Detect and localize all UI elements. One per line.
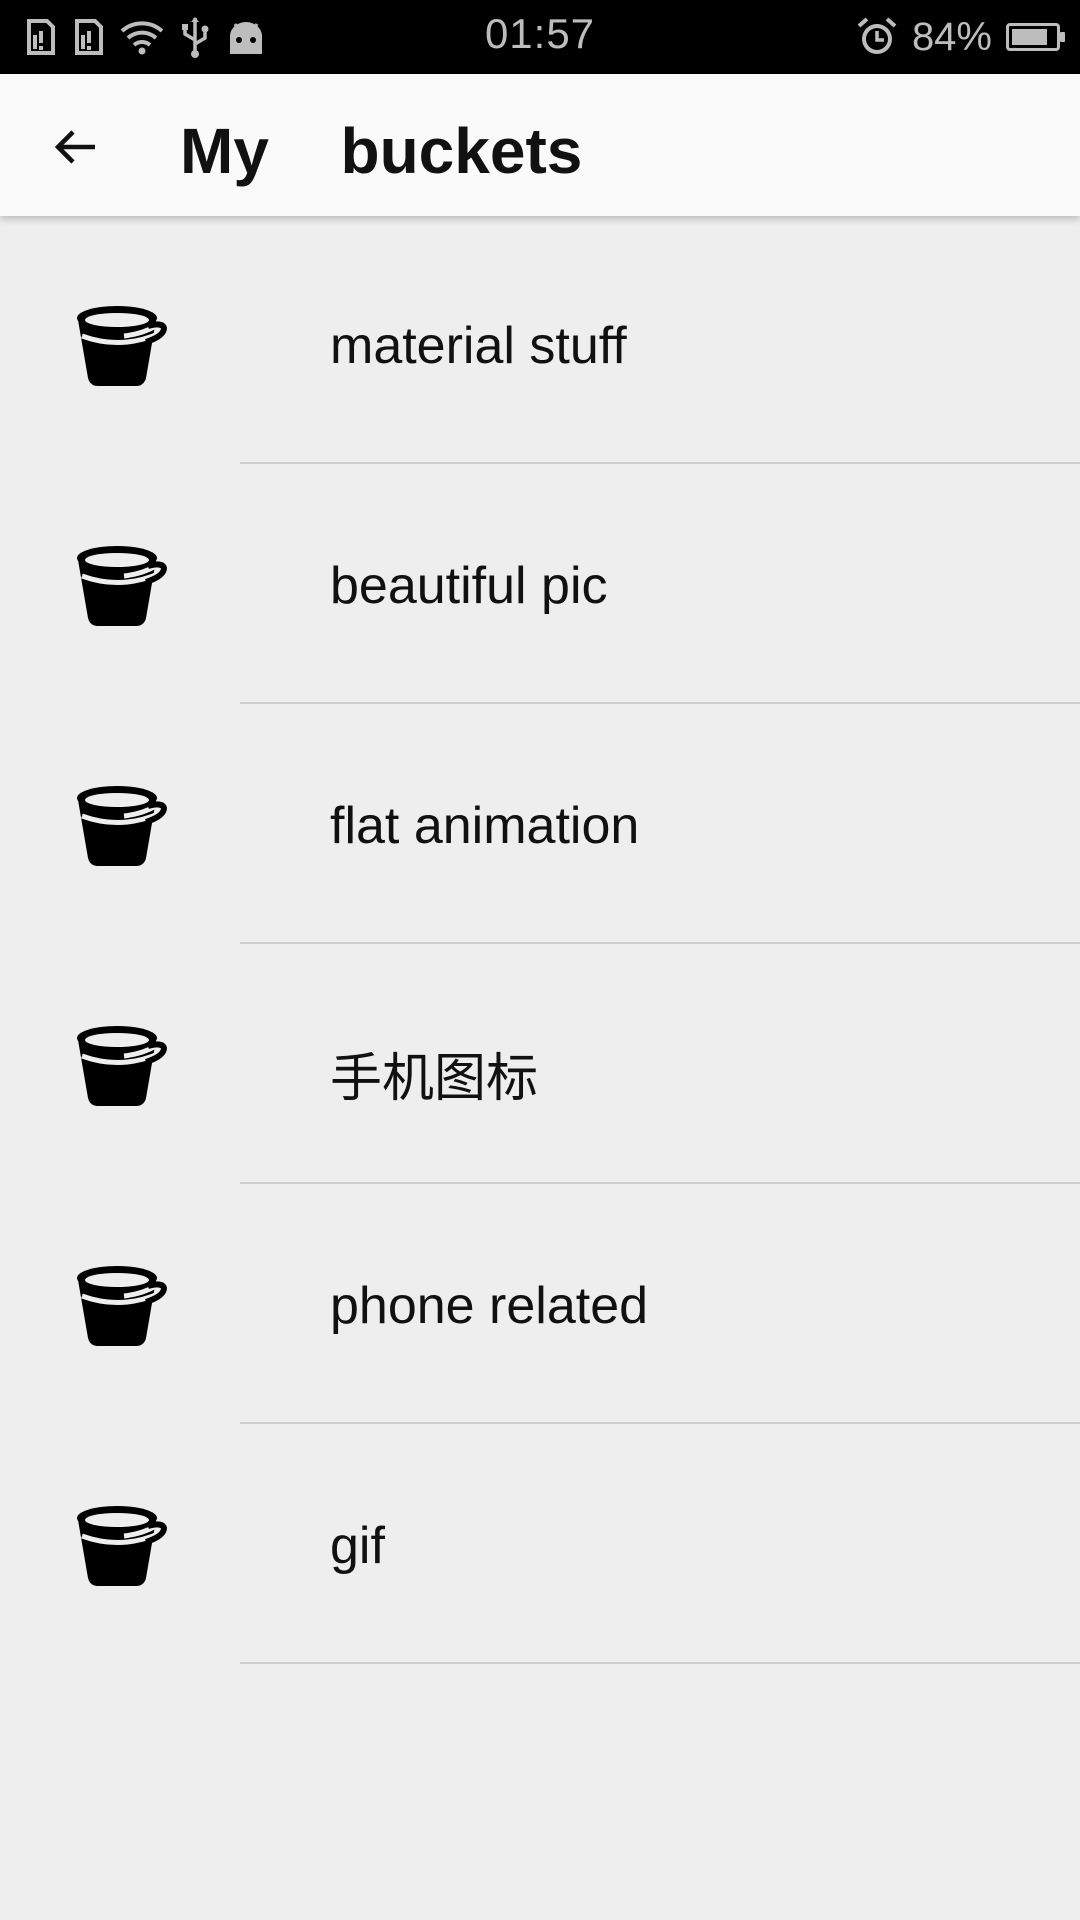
bucket-icon [72,1264,168,1348]
status-bar: 01:57 84% [0,0,1080,74]
bucket-label: beautiful pic [330,557,608,615]
page-title: My buckets [180,115,583,187]
battery-fill [1012,29,1047,45]
bucket-label: phone related [330,1277,649,1335]
back-button[interactable] [40,114,110,184]
alarm-icon [856,15,898,59]
battery-icon [1006,23,1065,51]
bucket-label: flat animation [330,797,640,855]
status-icons-right: 84% [856,12,1065,62]
list-item[interactable]: material stuff [0,224,1080,464]
bucket-list: material stuff beautiful pic flat animat… [0,224,1080,1664]
bucket-icon [72,1504,168,1588]
list-item[interactable]: 手机图标 [0,944,1080,1184]
battery-percent: 84% [911,14,992,59]
bucket-icon [72,784,168,868]
app-bar: My buckets [0,74,1080,216]
bucket-label: 手机图标 [330,1050,539,1108]
bucket-icon [72,1024,168,1108]
bucket-label: gif [330,1517,385,1575]
list-item[interactable]: flat animation [0,704,1080,944]
bucket-label: material stuff [330,317,627,375]
list-item[interactable]: beautiful pic [0,464,1080,704]
list-item[interactable]: gif [0,1424,1080,1664]
divider [240,1662,1080,1664]
list-item[interactable]: phone related [0,1184,1080,1424]
bucket-icon [72,544,168,628]
arrow-back-icon [51,123,99,176]
bucket-icon [72,304,168,388]
